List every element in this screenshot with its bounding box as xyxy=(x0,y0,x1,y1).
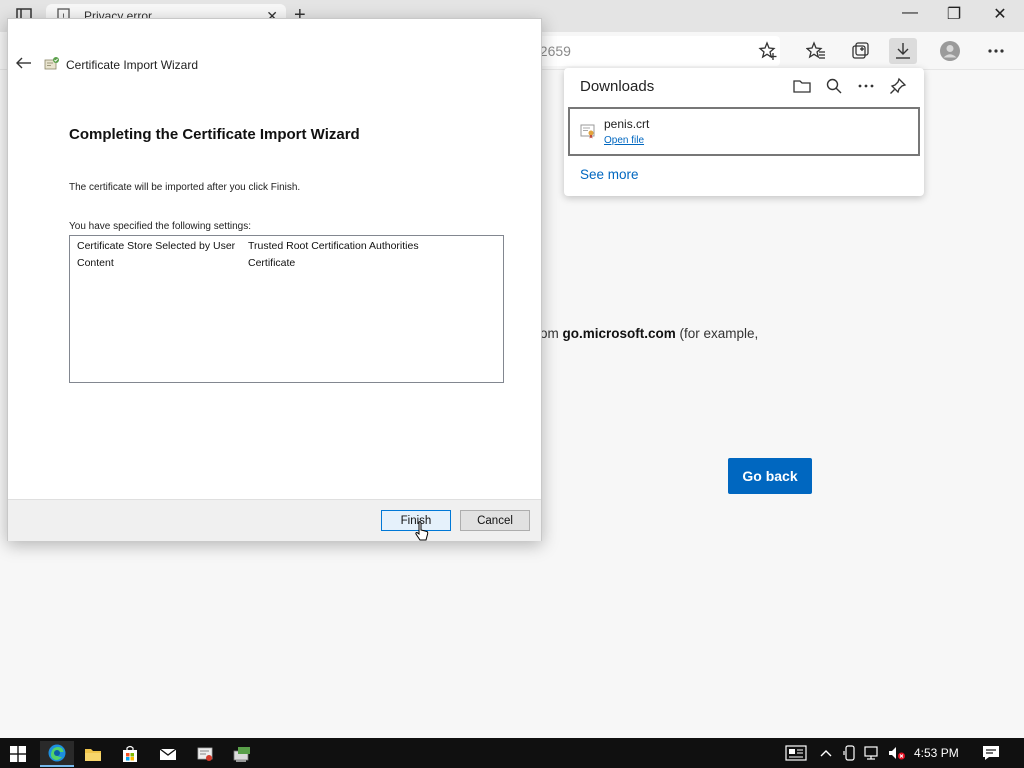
wizard-description: The certificate will be imported after y… xyxy=(69,182,301,193)
settings-label: You have specified the following setting… xyxy=(69,221,251,232)
taskbar: 4:53 PM xyxy=(0,738,1024,768)
mail-icon[interactable] xyxy=(151,741,185,767)
certificate-import-wizard-dialog: Certificate Import Wizard Completing the… xyxy=(7,18,542,541)
go-back-button[interactable]: Go back xyxy=(728,458,812,494)
show-hidden-icons-chevron-up-icon[interactable] xyxy=(817,744,835,762)
window-close-button[interactable]: ✕ xyxy=(986,4,1014,24)
edge-browser-icon[interactable] xyxy=(40,741,74,767)
certificate-manager-icon[interactable] xyxy=(188,741,222,767)
setting-value: Trusted Root Certification Authorities xyxy=(248,240,419,252)
settings-row: Certificate Store Selected by User Trust… xyxy=(70,237,503,254)
page-text-suffix: (for example, xyxy=(675,326,759,341)
import-wizard-taskbar-icon[interactable] xyxy=(225,741,259,767)
downloads-icon[interactable] xyxy=(889,38,917,64)
see-more-link[interactable]: See more xyxy=(580,167,639,182)
cancel-button[interactable]: Cancel xyxy=(460,510,530,531)
settings-row: Content Certificate xyxy=(70,254,503,271)
setting-key: Content xyxy=(77,257,114,269)
download-file-name: penis.crt xyxy=(604,117,650,131)
wizard-heading: Completing the Certificate Import Wizard xyxy=(69,126,360,143)
open-folder-icon[interactable] xyxy=(791,76,813,96)
news-interests-icon[interactable] xyxy=(783,744,809,762)
file-explorer-icon[interactable] xyxy=(76,741,110,767)
add-favorite-icon[interactable] xyxy=(754,38,782,64)
pin-downloads-icon[interactable] xyxy=(887,76,909,96)
back-arrow-icon[interactable] xyxy=(14,55,34,71)
taskbar-clock[interactable]: 4:53 PM xyxy=(914,746,959,760)
profile-avatar-icon[interactable] xyxy=(936,38,964,64)
page-explanation-text: om go.microsoft.com (for example, xyxy=(540,326,758,341)
download-item[interactable]: penis.crt Open file xyxy=(568,107,920,156)
device-icon[interactable] xyxy=(841,744,859,762)
mouse-cursor-icon xyxy=(415,521,429,543)
downloads-more-options-icon[interactable] xyxy=(855,76,877,96)
setting-key: Certificate Store Selected by User xyxy=(77,240,236,252)
more-menu-icon[interactable] xyxy=(982,38,1010,64)
start-windows-icon[interactable] xyxy=(1,741,35,767)
downloads-flyout: Downloads penis.crt Open file See more xyxy=(564,68,924,196)
certificate-file-icon xyxy=(580,123,596,139)
open-file-link[interactable]: Open file xyxy=(604,135,644,146)
search-downloads-icon[interactable] xyxy=(823,76,845,96)
settings-list[interactable]: Certificate Store Selected by User Trust… xyxy=(69,235,504,383)
restore-button[interactable]: ❐ xyxy=(940,4,968,24)
wizard-footer: Finish Cancel xyxy=(8,499,541,541)
collections-icon[interactable] xyxy=(846,38,874,64)
page-domain: go.microsoft.com xyxy=(562,326,676,341)
favorites-icon[interactable] xyxy=(802,38,830,64)
network-icon[interactable] xyxy=(863,744,883,762)
volume-muted-icon[interactable] xyxy=(887,744,907,762)
setting-value: Certificate xyxy=(248,257,296,269)
action-center-notification-icon[interactable] xyxy=(979,744,1003,762)
minimize-button[interactable]: — xyxy=(896,4,924,22)
store-icon[interactable] xyxy=(113,741,147,767)
certificate-wizard-icon xyxy=(44,56,60,72)
wizard-title: Certificate Import Wizard xyxy=(66,58,199,72)
downloads-title: Downloads xyxy=(580,78,655,95)
page-text-prefix: om xyxy=(540,326,563,341)
